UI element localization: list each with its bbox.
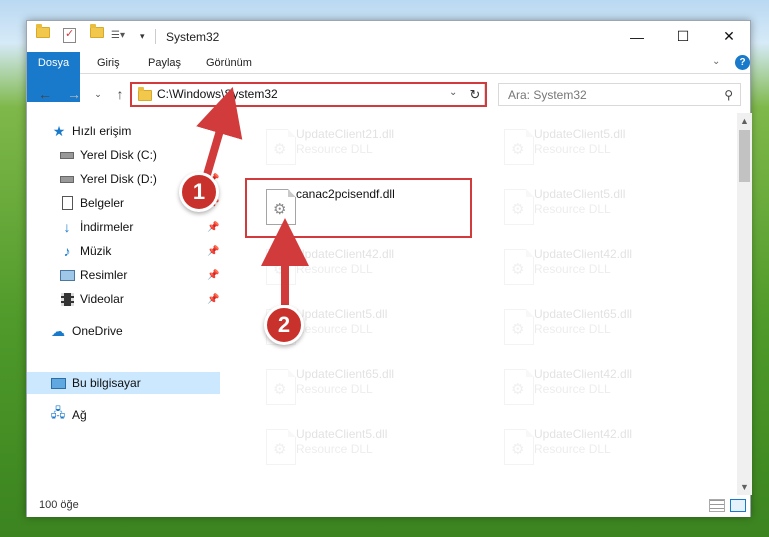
step-2-badge: 2 (264, 305, 304, 345)
step-1-badge: 1 (179, 172, 219, 212)
annotation-arrows (196, 86, 309, 305)
